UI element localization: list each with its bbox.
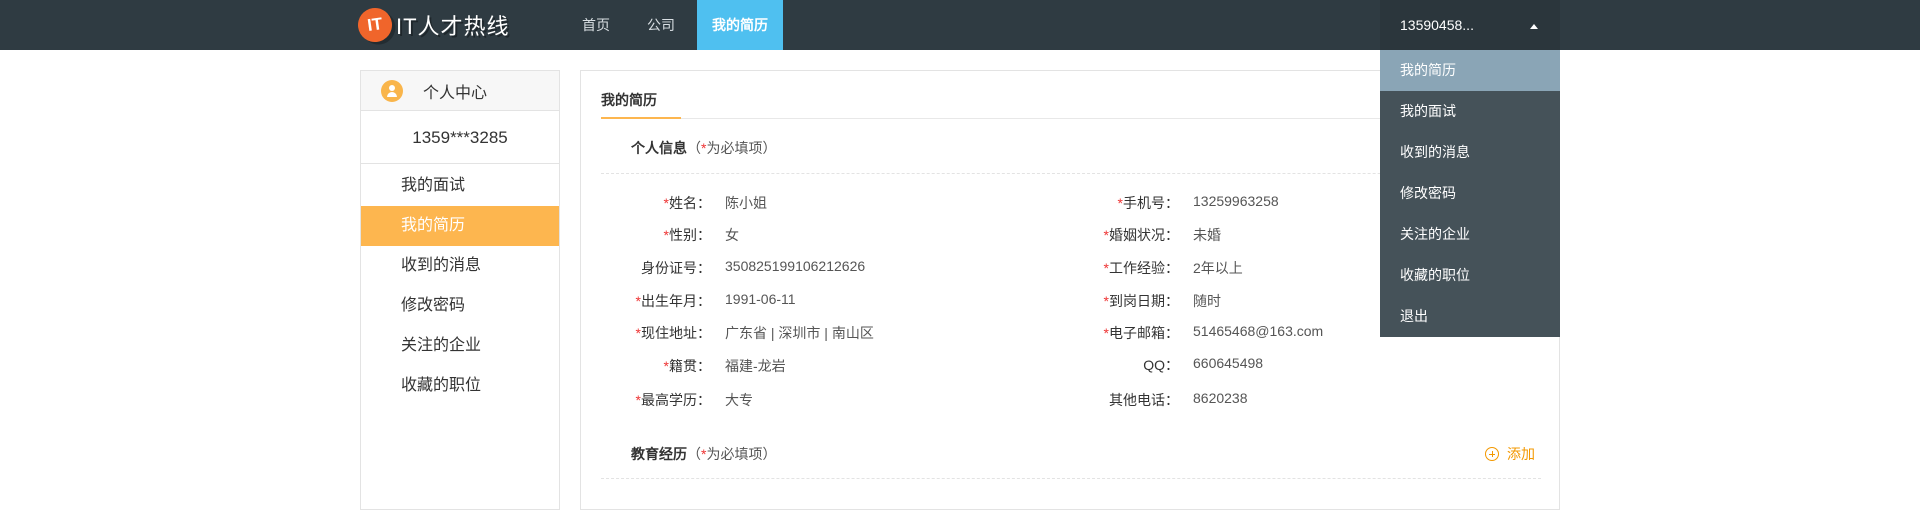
sidebar-menu: 我的面试 我的简历 收到的消息 修改密码 关注的企业 收藏的职位 xyxy=(361,164,559,406)
field-qq: QQ： 660645498 xyxy=(1069,355,1263,375)
field-label: QQ： xyxy=(1143,357,1179,373)
dropdown-item-change-password[interactable]: 修改密码 xyxy=(1380,173,1560,214)
dropdown-item-logout[interactable]: 退出 xyxy=(1380,296,1560,337)
add-education-button[interactable]: 添加 xyxy=(1485,444,1535,464)
site-logo[interactable]: IT IT人才热线 xyxy=(355,5,510,45)
sidebar-item-followed-companies[interactable]: 关注的企业 xyxy=(361,326,559,366)
add-education-label: 添加 xyxy=(1507,446,1535,462)
field-value: 1991-06-11 xyxy=(725,291,796,307)
field-birth-date: *出生年月： 1991-06-11 xyxy=(635,291,796,309)
sidebar: 个人中心 1359***3285 我的面试 我的简历 收到的消息 修改密码 关注… xyxy=(360,70,560,510)
dropdown-item-my-resume[interactable]: 我的简历 xyxy=(1380,50,1560,91)
field-name: *姓名： 陈小姐 xyxy=(663,195,767,211)
field-label: 到岗日期： xyxy=(1109,293,1179,309)
field-value: 陈小姐 xyxy=(725,195,767,211)
field-label: 其他电话： xyxy=(1109,392,1179,408)
field-gender: *性别： 女 xyxy=(663,227,739,243)
field-value: 大专 xyxy=(725,392,753,408)
field-mobile: *手机号： 13259963258 xyxy=(1117,193,1279,211)
field-value: 51465468@163.com xyxy=(1193,323,1324,339)
field-marital-status: *婚姻状况： 未婚 xyxy=(1103,227,1221,243)
nav-company[interactable]: 公司 xyxy=(632,0,690,50)
field-value: 广东省 | 深圳市 | 南山区 xyxy=(725,325,874,341)
field-value: 福建-龙岩 xyxy=(725,358,786,374)
section-divider xyxy=(601,478,1541,479)
field-label: 出生年月： xyxy=(641,293,711,309)
field-education-level: *最高学历： 大专 xyxy=(635,392,753,408)
sidebar-item-change-password[interactable]: 修改密码 xyxy=(361,286,559,326)
dropdown-item-followed-companies[interactable]: 关注的企业 xyxy=(1380,214,1560,255)
field-label: 婚姻状况： xyxy=(1109,227,1179,243)
nav-home[interactable]: 首页 xyxy=(567,0,625,50)
user-dropdown-menu: 我的简历 我的面试 收到的消息 修改密码 关注的企业 收藏的职位 退出 xyxy=(1380,50,1560,337)
field-label: 籍贯： xyxy=(669,358,711,374)
user-menu-trigger[interactable]: 13590458... xyxy=(1380,0,1560,50)
field-value: 随时 xyxy=(1193,293,1221,309)
required-note: （*为必填项） xyxy=(687,140,777,156)
field-label: 手机号： xyxy=(1123,195,1179,211)
field-label: 姓名： xyxy=(669,195,711,211)
personal-info-title: 个人信息（*为必填项） xyxy=(631,138,776,158)
plus-circle-icon xyxy=(1485,447,1499,461)
dropdown-item-saved-jobs[interactable]: 收藏的职位 xyxy=(1380,255,1560,296)
field-value: 8620238 xyxy=(1193,390,1248,406)
field-label: 最高学历： xyxy=(641,392,711,408)
personal-info-heading: 个人信息 xyxy=(631,140,687,156)
user-icon xyxy=(381,79,403,102)
logo-text: IT人才热线 xyxy=(396,14,510,39)
dropdown-item-messages[interactable]: 收到的消息 xyxy=(1380,132,1560,173)
sidebar-item-saved-jobs[interactable]: 收藏的职位 xyxy=(361,366,559,406)
field-label: 身份证号： xyxy=(641,260,711,276)
field-native-place: *籍贯： 福建-龙岩 xyxy=(663,358,786,374)
field-value: 350825199106212626 xyxy=(725,258,866,274)
field-id-number: 身份证号： 350825199106212626 xyxy=(601,258,865,278)
field-label: 电子邮箱： xyxy=(1109,325,1179,341)
field-label: 现住地址： xyxy=(641,325,711,341)
field-label: 性别： xyxy=(669,227,711,243)
tab-my-resume[interactable]: 我的简历 xyxy=(601,71,681,119)
field-start-date: *到岗日期： 随时 xyxy=(1103,293,1221,309)
field-value: 660645498 xyxy=(1193,355,1264,371)
field-value: 13259963258 xyxy=(1193,193,1279,209)
sidebar-username: 1359***3285 xyxy=(361,111,559,164)
caret-up-icon xyxy=(1530,24,1538,29)
sidebar-item-my-resume[interactable]: 我的简历 xyxy=(361,206,559,246)
field-work-experience: *工作经验： 2年以上 xyxy=(1103,260,1243,276)
field-value: 女 xyxy=(725,227,739,243)
sidebar-item-my-interviews[interactable]: 我的面试 xyxy=(361,166,559,206)
required-note: （*为必填项） xyxy=(687,446,777,462)
field-other-phone: 其他电话： 8620238 xyxy=(1069,390,1248,410)
top-navbar: IT IT人才热线 首页 公司 我的简历 13590458... xyxy=(0,0,1920,50)
education-title: 教育经历（*为必填项） xyxy=(631,444,776,464)
field-label: 工作经验： xyxy=(1109,260,1179,276)
logo-badge: IT xyxy=(355,5,395,45)
sidebar-title: 个人中心 xyxy=(423,84,488,102)
education-heading: 教育经历 xyxy=(631,446,687,462)
dropdown-item-my-interviews[interactable]: 我的面试 xyxy=(1380,91,1560,132)
field-value: 2年以上 xyxy=(1193,260,1243,276)
main-nav: 首页 公司 我的简历 xyxy=(567,0,790,50)
field-value: 未婚 xyxy=(1193,227,1221,243)
user-menu-label: 13590458... xyxy=(1400,17,1474,33)
nav-my-resume[interactable]: 我的简历 xyxy=(697,0,783,50)
sidebar-header: 个人中心 xyxy=(361,71,559,111)
field-current-address: *现住地址： 广东省 | 深圳市 | 南山区 xyxy=(635,325,874,341)
field-email: *电子邮箱： 51465468@163.com xyxy=(1103,323,1324,341)
sidebar-item-messages[interactable]: 收到的消息 xyxy=(361,246,559,286)
